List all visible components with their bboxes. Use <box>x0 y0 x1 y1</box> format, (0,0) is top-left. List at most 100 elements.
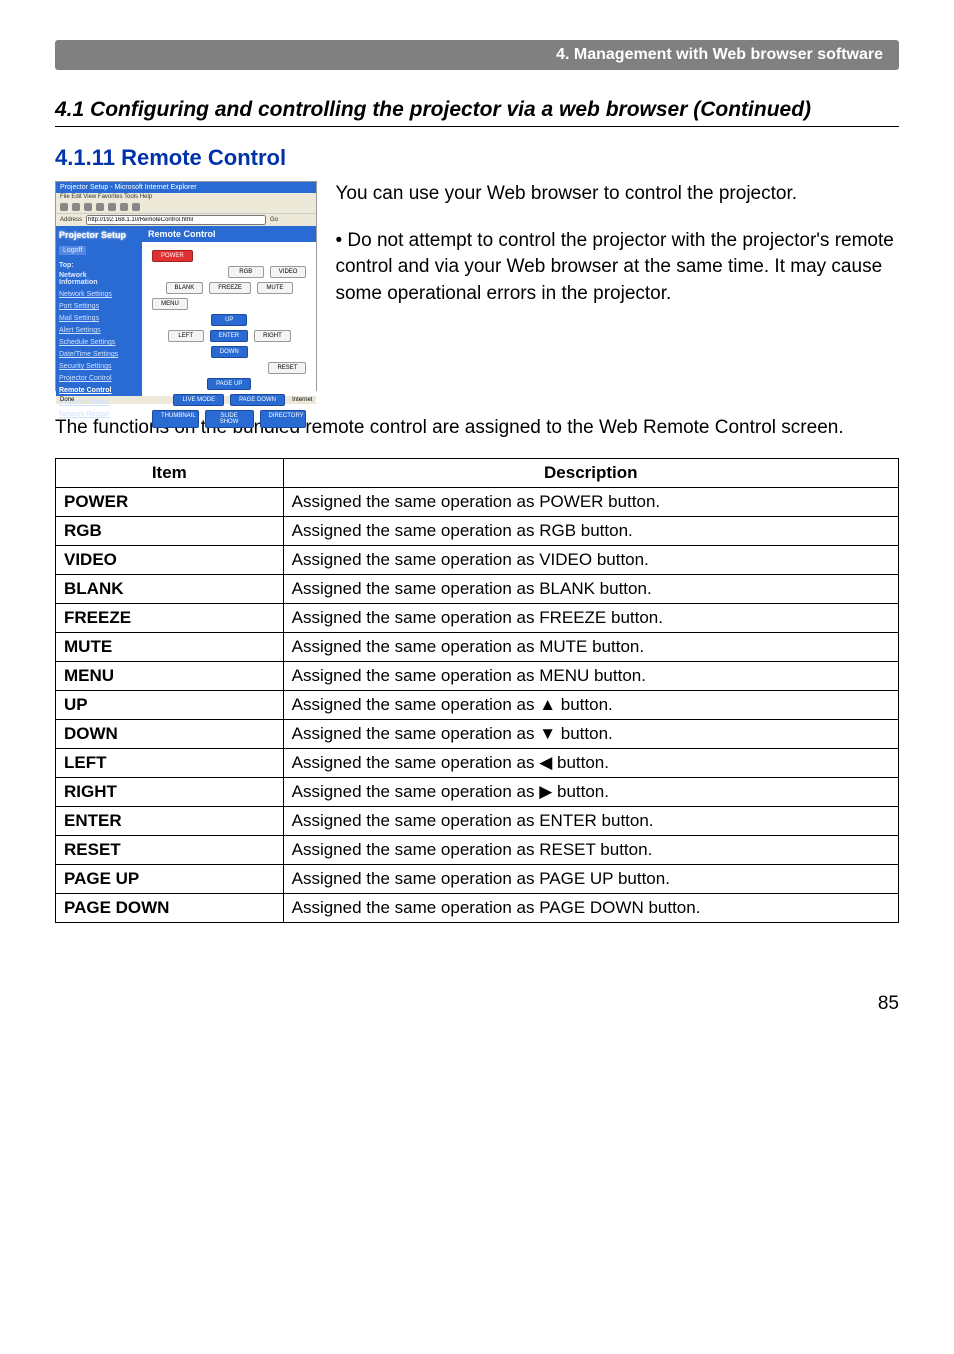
description-cell: Assigned the same operation as RGB butto… <box>283 516 898 545</box>
item-cell: UP <box>56 690 284 719</box>
sidebar-link-network-settings[interactable]: Network Settings <box>59 289 139 301</box>
th-item: Item <box>56 458 284 487</box>
table-row: LEFTAssigned the same operation as ◀ but… <box>56 748 899 777</box>
section-heading: 4.1 Configuring and controlling the proj… <box>55 98 899 122</box>
sidebar-link-datetime-settings[interactable]: Date/Time Settings <box>59 349 139 361</box>
sidebar-link-remote-control[interactable]: Remote Control <box>59 385 139 397</box>
description-cell: Assigned the same operation as RESET but… <box>283 835 898 864</box>
down-button[interactable]: DOWN <box>211 346 248 358</box>
sidebar-top-label: Top: <box>59 262 139 269</box>
item-cell: PAGE DOWN <box>56 893 284 922</box>
intro-text: You can use your Web browser to control … <box>335 181 899 327</box>
address-label: Address <box>60 217 82 223</box>
sidebar: Projector Setup Logoff Top: NetworkInfor… <box>56 226 142 396</box>
slide-show-button[interactable]: SLIDE SHOW <box>205 410 254 428</box>
mute-button[interactable]: MUTE <box>257 282 293 294</box>
window-toolbar <box>56 201 316 213</box>
sidebar-link-projector-control[interactable]: Projector Control <box>59 373 139 385</box>
description-cell: Assigned the same operation as FREEZE bu… <box>283 603 898 632</box>
page-number: 85 <box>55 993 899 1015</box>
freeze-button[interactable]: FREEZE <box>209 282 251 294</box>
window-menubar: File Edit View Favorites Tools Help <box>56 193 316 201</box>
thumbnail-button[interactable]: THUMBNAIL <box>152 410 199 428</box>
live-mode-button[interactable]: LIVE MODE <box>173 394 224 406</box>
description-cell: Assigned the same operation as PAGE UP b… <box>283 864 898 893</box>
table-row: FREEZEAssigned the same operation as FRE… <box>56 603 899 632</box>
item-description-table: Item Description POWERAssigned the same … <box>55 458 899 923</box>
table-row: RGBAssigned the same operation as RGB bu… <box>56 516 899 545</box>
item-cell: RIGHT <box>56 777 284 806</box>
window-title: Projector Setup - Microsoft Internet Exp… <box>56 182 316 193</box>
description-cell: Assigned the same operation as MENU butt… <box>283 661 898 690</box>
table-row: DOWNAssigned the same operation as ▼ but… <box>56 719 899 748</box>
sidebar-network-label: Network <box>59 272 87 279</box>
main-panel-title: Remote Control <box>142 226 316 242</box>
th-description: Description <box>283 458 898 487</box>
item-cell: POWER <box>56 487 284 516</box>
stop-icon <box>84 203 92 211</box>
address-bar: Address Go <box>56 213 316 226</box>
table-header-row: Item Description <box>56 458 899 487</box>
screenshot-browser-window: Projector Setup - Microsoft Internet Exp… <box>55 181 317 391</box>
description-cell: Assigned the same operation as POWER but… <box>283 487 898 516</box>
enter-button[interactable]: ENTER <box>210 330 248 342</box>
item-cell: MUTE <box>56 632 284 661</box>
logoff-button[interactable]: Logoff <box>59 246 86 255</box>
description-cell: Assigned the same operation as MUTE butt… <box>283 632 898 661</box>
sidebar-link-security-settings[interactable]: Security Settings <box>59 361 139 373</box>
page-down-button[interactable]: PAGE DOWN <box>230 394 285 406</box>
table-row: ENTERAssigned the same operation as ENTE… <box>56 806 899 835</box>
table-row: RESETAssigned the same operation as RESE… <box>56 835 899 864</box>
item-cell: PAGE UP <box>56 864 284 893</box>
description-cell: Assigned the same operation as ENTER but… <box>283 806 898 835</box>
description-cell: Assigned the same operation as ▼ button. <box>283 719 898 748</box>
status-right: Internet <box>292 397 312 403</box>
search-icon <box>120 203 128 211</box>
go-button[interactable]: Go <box>270 217 278 223</box>
favorites-icon <box>132 203 140 211</box>
item-cell: RESET <box>56 835 284 864</box>
right-button[interactable]: RIGHT <box>254 330 291 342</box>
sidebar-link-schedule-settings[interactable]: Schedule Settings <box>59 337 139 349</box>
reset-button[interactable]: RESET <box>268 362 306 374</box>
blank-button[interactable]: BLANK <box>166 282 204 294</box>
address-input[interactable] <box>86 215 266 225</box>
main-panel: Remote Control POWER RGB VIDEO BLANK FREEZ… <box>142 226 316 396</box>
table-row: PAGE UPAssigned the same operation as PA… <box>56 864 899 893</box>
sidebar-information-label: Information <box>59 279 98 286</box>
sidebar-link-port-settings[interactable]: Port Settings <box>59 301 139 313</box>
table-row: RIGHTAssigned the same operation as ▶ bu… <box>56 777 899 806</box>
description-cell: Assigned the same operation as ◀ button. <box>283 748 898 777</box>
sidebar-link-alert-settings[interactable]: Alert Settings <box>59 325 139 337</box>
up-button[interactable]: UP <box>211 314 247 326</box>
description-cell: Assigned the same operation as ▲ button. <box>283 690 898 719</box>
subsection-heading: 4.1.11 Remote Control <box>55 145 899 171</box>
sidebar-link-network-restart[interactable]: Network Restart <box>59 409 139 421</box>
item-cell: FREEZE <box>56 603 284 632</box>
table-row: BLANKAssigned the same operation as BLAN… <box>56 574 899 603</box>
power-button[interactable]: POWER <box>152 250 193 262</box>
sidebar-heading: Projector Setup <box>59 230 139 240</box>
table-row: MENUAssigned the same operation as MENU … <box>56 661 899 690</box>
table-row: PAGE DOWNAssigned the same operation as … <box>56 893 899 922</box>
refresh-icon <box>96 203 104 211</box>
rgb-button[interactable]: RGB <box>228 266 264 278</box>
directory-button[interactable]: DIRECTORY <box>260 410 307 428</box>
table-row: VIDEOAssigned the same operation as VIDE… <box>56 545 899 574</box>
menu-button[interactable]: MENU <box>152 298 188 310</box>
item-cell: ENTER <box>56 806 284 835</box>
left-button[interactable]: LEFT <box>168 330 204 342</box>
sidebar-link-mail-settings[interactable]: Mail Settings <box>59 313 139 325</box>
forward-icon <box>72 203 80 211</box>
item-cell: MENU <box>56 661 284 690</box>
section-divider <box>55 126 899 127</box>
description-cell: Assigned the same operation as ▶ button. <box>283 777 898 806</box>
chapter-bar: 4. Management with Web browser software <box>55 40 899 70</box>
status-left: Done <box>60 397 74 403</box>
item-cell: DOWN <box>56 719 284 748</box>
video-button[interactable]: VIDEO <box>270 266 307 278</box>
intro-p2: • Do not attempt to control the projecto… <box>335 228 899 308</box>
page-up-button[interactable]: PAGE UP <box>207 378 251 390</box>
description-cell: Assigned the same operation as BLANK but… <box>283 574 898 603</box>
item-cell: VIDEO <box>56 545 284 574</box>
